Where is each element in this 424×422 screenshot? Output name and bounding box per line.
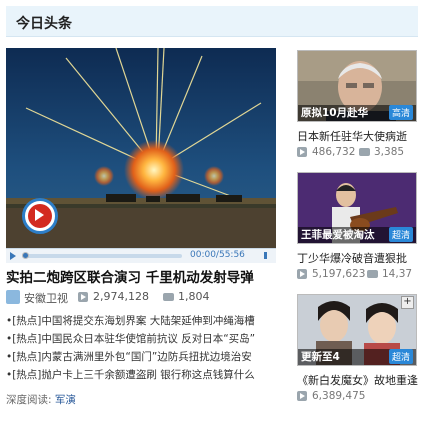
view-count: 6,389,475: [312, 390, 366, 402]
volume-icon[interactable]: [264, 252, 272, 259]
related-label: 深度阅读:: [6, 394, 52, 406]
card-caption: 原拟10月赴华: [301, 107, 369, 119]
list-item[interactable]: •[热点]中国将提交东海划界案 大陆架延伸到冲绳海槽: [6, 312, 276, 330]
card-title[interactable]: 日本新任驻华大使病逝: [297, 128, 407, 144]
comment-count: 3,385: [374, 146, 405, 158]
card-title[interactable]: 丁少华爆冷破音遭狠批: [297, 250, 407, 266]
time-readout: 00:00/55:56: [190, 250, 245, 260]
comment-icon: [163, 293, 174, 301]
source-name[interactable]: 安徽卫视: [24, 290, 68, 306]
video-player[interactable]: 00:00/55:56: [6, 48, 276, 263]
card-thumbnail[interactable]: 更新至4 超清 +: [297, 294, 417, 366]
comment-count: 1,804: [178, 290, 210, 303]
user-icon: [6, 290, 20, 304]
section-header: 今日头条: [6, 6, 418, 37]
view-count: 2,974,128: [93, 290, 149, 303]
related-link[interactable]: 军演: [55, 394, 76, 406]
list-item[interactable]: •[热点]内蒙古满洲里外包“国门”边防兵扭扰边境治安: [6, 348, 276, 366]
card-meta: 5,197,623 14,37: [297, 268, 421, 282]
list-item[interactable]: •[热点]抛户卡上三千余额遭盗刷 银行称这点钱算什么: [6, 366, 276, 384]
card-meta: 486,732 3,385: [297, 146, 421, 160]
quality-badge: 高清: [388, 105, 413, 120]
card-thumbnail[interactable]: 原拟10月赴华 高清: [297, 50, 417, 122]
quality-badge: 超清: [388, 349, 413, 364]
seek-bar[interactable]: [22, 252, 182, 259]
view-count-icon: [297, 147, 307, 157]
comment-count: 14,37: [382, 268, 413, 280]
view-count-icon: [78, 292, 88, 302]
news-list: •[热点]中国将提交东海划界案 大陆架延伸到冲绳海槽 •[热点]中国民众日本驻华…: [6, 312, 276, 384]
play-small-icon[interactable]: [10, 252, 16, 260]
related-reading: 深度阅读: 军演: [6, 392, 76, 407]
headline-title[interactable]: 实拍二炮跨区联合演习 千里机动发射导弹: [6, 266, 254, 286]
list-item[interactable]: •[热点]中国民众日本驻华使馆前抗议 反对日本“买岛”: [6, 330, 276, 348]
view-count: 486,732: [312, 146, 356, 158]
add-icon[interactable]: +: [401, 296, 414, 309]
comment-icon: [359, 148, 370, 156]
play-icon[interactable]: [22, 198, 58, 234]
quality-badge: 超清: [388, 227, 413, 242]
view-count: 5,197,623: [312, 268, 366, 280]
card-thumbnail[interactable]: 王菲最爱被淘汰 超清: [297, 172, 417, 244]
player-controls: 00:00/55:56: [6, 248, 276, 263]
view-count-icon: [297, 269, 307, 279]
card-caption: 王菲最爱被淘汰: [301, 229, 375, 241]
section-title: 今日头条: [16, 16, 72, 32]
card-meta: 6,389,475: [297, 390, 421, 404]
card-title[interactable]: 《新白发魔女》故地重逢: [297, 372, 418, 388]
video-frame[interactable]: [6, 48, 276, 248]
seek-thumb[interactable]: [22, 252, 29, 259]
card-caption: 更新至4: [301, 351, 340, 363]
comment-icon: [367, 270, 378, 278]
view-count-icon: [297, 391, 307, 401]
